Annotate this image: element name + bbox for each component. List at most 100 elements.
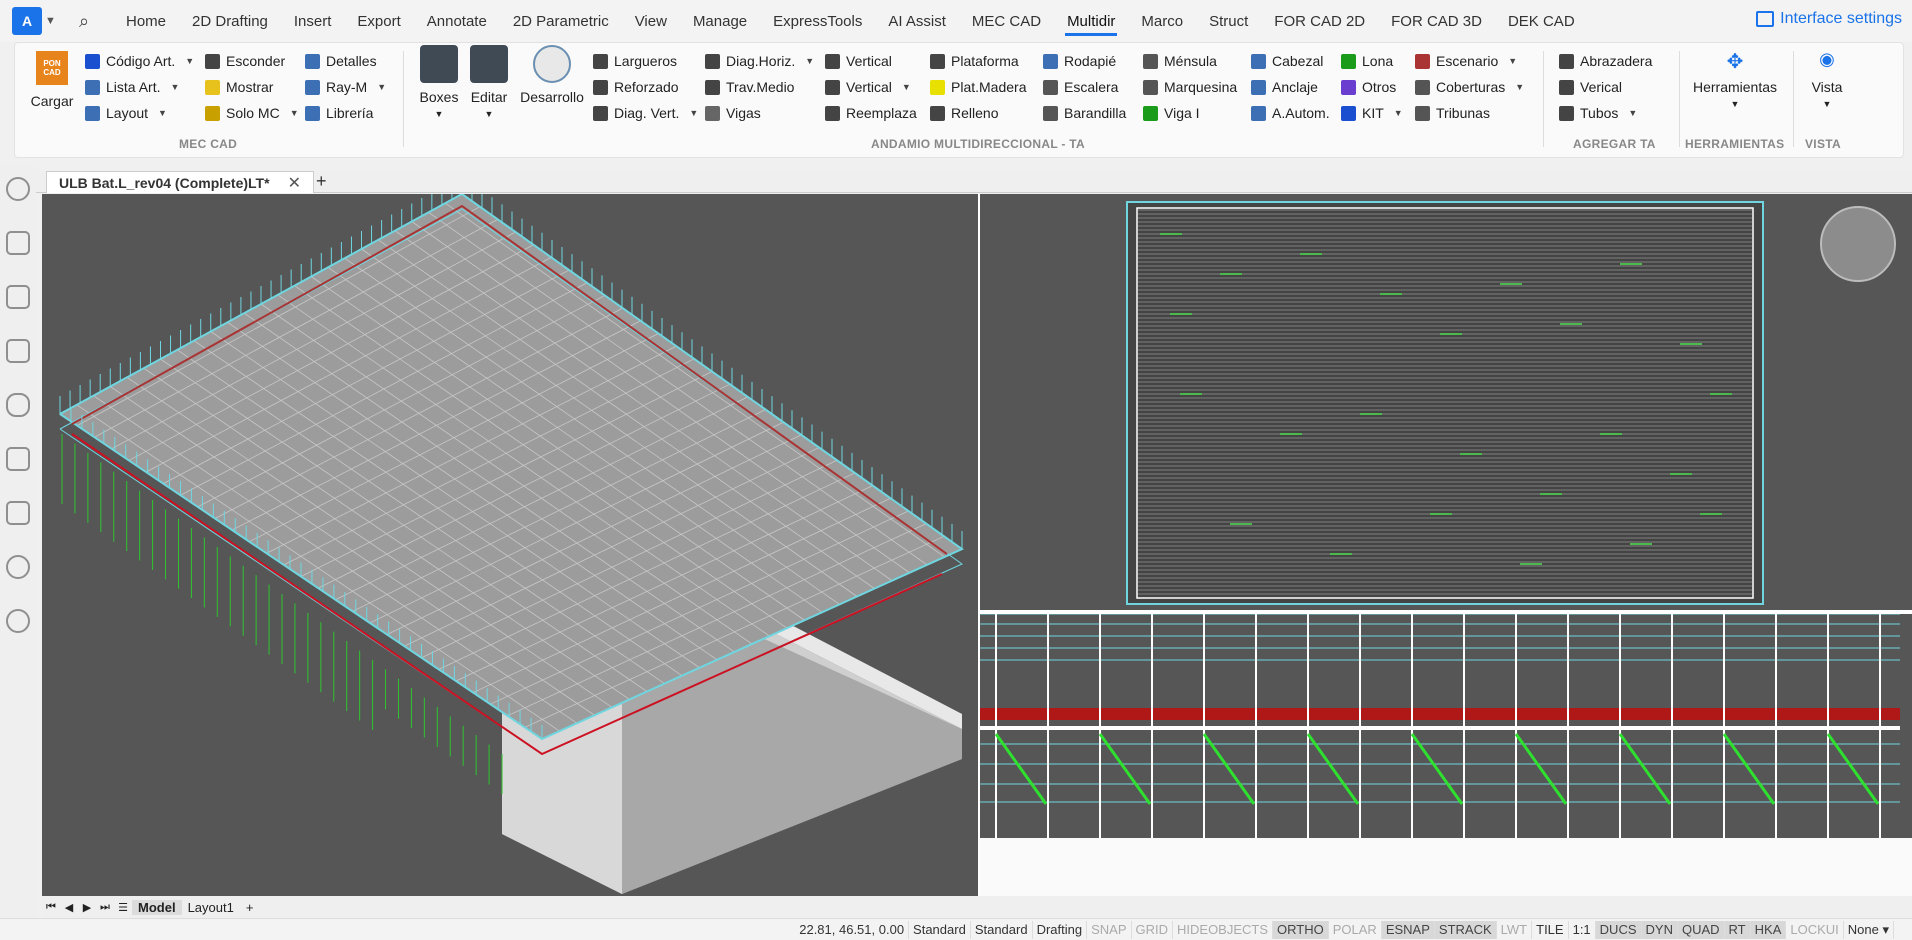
- tab-for-cad-2d[interactable]: FOR CAD 2D: [1261, 0, 1378, 42]
- tab-multidir[interactable]: Multidir: [1054, 0, 1128, 42]
- ribbon-tool-reemplaza[interactable]: Reemplaza: [825, 102, 917, 124]
- herramientas-button[interactable]: ✥ Herramientas ▼: [1685, 49, 1785, 109]
- chevron-down-icon[interactable]: ▼: [45, 15, 61, 27]
- ribbon-tool-diag-horiz-[interactable]: Diag.Horiz. ▼: [705, 50, 814, 72]
- interface-settings-button[interactable]: Interface settings: [1756, 10, 1902, 28]
- ribbon-tool-a-autom-[interactable]: A.Autom.: [1251, 102, 1330, 124]
- add-tab-button[interactable]: +: [316, 171, 327, 192]
- viewport-3d[interactable]: [42, 194, 978, 896]
- ribbon-tool-barandilla[interactable]: Barandilla: [1043, 102, 1126, 124]
- ribbon-tool-c-digo-art-[interactable]: Código Art. ▼: [85, 50, 194, 72]
- tab-marco[interactable]: Marco: [1128, 0, 1196, 42]
- layout-list-icon[interactable]: ☰: [114, 901, 132, 914]
- status-esnap[interactable]: ESNAP: [1381, 920, 1435, 939]
- app-menu-button[interactable]: A: [12, 7, 42, 35]
- prev-layout-icon[interactable]: ◀: [60, 901, 78, 914]
- ribbon-tool-cabezal[interactable]: Cabezal: [1251, 50, 1323, 72]
- cargar-button[interactable]: PON CAD Cargar: [29, 51, 75, 109]
- ribbon-tool-solo-mc[interactable]: Solo MC ▼: [205, 102, 299, 124]
- tab-expresstools[interactable]: ExpressTools: [760, 0, 875, 42]
- chevron-down-icon[interactable]: ▼: [1394, 108, 1403, 118]
- tab-mec-cad[interactable]: MEC CAD: [959, 0, 1054, 42]
- status-strack[interactable]: STRACK: [1434, 920, 1497, 939]
- status-rt[interactable]: RT: [1724, 920, 1751, 939]
- status-drafting[interactable]: Drafting: [1033, 920, 1088, 939]
- ribbon-tool-vigas[interactable]: Vigas: [705, 102, 761, 124]
- ribbon-tool-plat-madera[interactable]: Plat.Madera: [930, 76, 1026, 98]
- ribbon-tool-relleno[interactable]: Relleno: [930, 102, 998, 124]
- tab-manage[interactable]: Manage: [680, 0, 760, 42]
- ribbon-tool-otros[interactable]: Otros: [1341, 76, 1396, 98]
- lightbulb-icon[interactable]: [6, 177, 30, 201]
- status-snap[interactable]: SNAP: [1087, 920, 1132, 939]
- chevron-down-icon[interactable]: ▼: [158, 108, 167, 118]
- status-hideobjects[interactable]: HIDEOBJECTS: [1173, 920, 1274, 939]
- status-polar[interactable]: POLAR: [1329, 920, 1382, 939]
- ribbon-tool-layout[interactable]: Layout ▼: [85, 102, 167, 124]
- tab-annotate[interactable]: Annotate: [414, 0, 500, 42]
- ribbon-tool-escenario[interactable]: Escenario ▼: [1415, 50, 1517, 72]
- status-grid[interactable]: GRID: [1132, 920, 1174, 939]
- ribbon-tool-kit[interactable]: KIT ▼: [1341, 102, 1403, 124]
- next-layout-icon[interactable]: ▶: [78, 901, 96, 914]
- status-none[interactable]: None ▾: [1844, 920, 1894, 939]
- ribbon-tool-esconder[interactable]: Esconder: [205, 50, 285, 72]
- ribbon-tool-viga-i[interactable]: Viga I: [1143, 102, 1200, 124]
- tab-home[interactable]: Home: [113, 0, 179, 42]
- status-quad[interactable]: QUAD: [1677, 920, 1725, 939]
- ribbon-tool-librer-a[interactable]: Librería: [305, 102, 373, 124]
- first-layout-icon[interactable]: ⏮: [42, 901, 60, 914]
- chevron-down-icon[interactable]: ▼: [1515, 82, 1524, 92]
- tab-struct[interactable]: Struct: [1196, 0, 1261, 42]
- chevron-down-icon[interactable]: ▼: [689, 108, 698, 118]
- search-icon[interactable]: ⌕: [79, 11, 103, 32]
- ribbon-tool-plataforma[interactable]: Plataforma: [930, 50, 1019, 72]
- boxes-button[interactable]: Boxes ▼: [417, 45, 461, 119]
- ribbon-tool-verical[interactable]: Verical: [1559, 76, 1622, 98]
- ribbon-tool-tubos[interactable]: Tubos ▼: [1559, 102, 1637, 124]
- chevron-down-icon[interactable]: ▼: [170, 82, 179, 92]
- status-lwt[interactable]: LWT: [1497, 920, 1533, 939]
- ribbon-tool-escalera[interactable]: Escalera: [1043, 76, 1118, 98]
- ribbon-tool-trav-medio[interactable]: Trav.Medio: [705, 76, 794, 98]
- status-standard[interactable]: Standard: [971, 920, 1033, 939]
- tab-export[interactable]: Export: [344, 0, 413, 42]
- ribbon-tool-vertical[interactable]: Vertical: [825, 50, 892, 72]
- chevron-down-icon[interactable]: ▼: [1628, 108, 1637, 118]
- layout-tab-layout1[interactable]: Layout1: [182, 900, 240, 915]
- ribbon-tool-lona[interactable]: Lona: [1341, 50, 1393, 72]
- ribbon-tool-mostrar[interactable]: Mostrar: [205, 76, 273, 98]
- tree-icon[interactable]: [6, 231, 30, 255]
- ribbon-tool-vertical[interactable]: Vertical ▼: [825, 76, 911, 98]
- close-icon[interactable]: ✕: [288, 173, 301, 193]
- tab-2d-drafting[interactable]: 2D Drafting: [179, 0, 281, 42]
- editar-button[interactable]: Editar ▼: [467, 45, 511, 119]
- chevron-down-icon[interactable]: ▼: [805, 56, 814, 66]
- viewport-front[interactable]: [980, 614, 1912, 896]
- draw-icon[interactable]: [6, 447, 30, 471]
- tab-dek-cad[interactable]: DEK CAD: [1495, 0, 1588, 42]
- chevron-down-icon[interactable]: ▼: [185, 56, 194, 66]
- ribbon-tool-anclaje[interactable]: Anclaje: [1251, 76, 1318, 98]
- status-1-1[interactable]: 1:1: [1569, 920, 1596, 939]
- status-standard[interactable]: Standard: [909, 920, 971, 939]
- tab-for-cad-3d[interactable]: FOR CAD 3D: [1378, 0, 1495, 42]
- tab-view[interactable]: View: [622, 0, 680, 42]
- ribbon-tool-abrazadera[interactable]: Abrazadera: [1559, 50, 1652, 72]
- vista-button[interactable]: ◉ Vista ▼: [1799, 49, 1855, 109]
- attach-icon[interactable]: [6, 393, 30, 417]
- navigation-wheel-icon[interactable]: [1820, 206, 1896, 282]
- last-layout-icon[interactable]: ⏭: [96, 901, 114, 914]
- status-hka[interactable]: HKA: [1750, 920, 1787, 939]
- ribbon-tool-largueros[interactable]: Largueros: [593, 50, 677, 72]
- blocks-icon[interactable]: [6, 501, 30, 525]
- document-tab[interactable]: ULB Bat.L_rev04 (Complete)LT* ✕: [46, 171, 314, 193]
- layers-icon[interactable]: [6, 339, 30, 363]
- chevron-down-icon[interactable]: ▼: [1508, 56, 1517, 66]
- ribbon-tool-detalles[interactable]: Detalles: [305, 50, 377, 72]
- chevron-down-icon[interactable]: ▼: [377, 82, 386, 92]
- tab-2d-parametric[interactable]: 2D Parametric: [500, 0, 622, 42]
- ribbon-tool-tribunas[interactable]: Tribunas: [1415, 102, 1490, 124]
- ribbon-tool-ray-m[interactable]: Ray-M ▼: [305, 76, 386, 98]
- ribbon-tool-rodapi-[interactable]: Rodapié: [1043, 50, 1116, 72]
